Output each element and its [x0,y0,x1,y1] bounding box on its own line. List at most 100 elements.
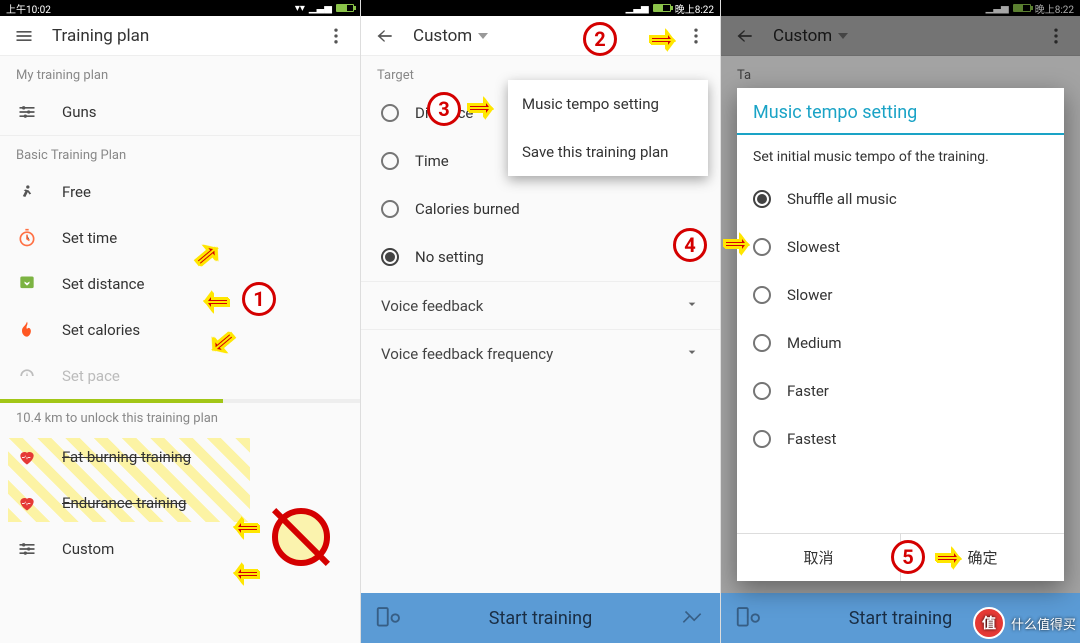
plan-item-set-calories[interactable]: Set calories [0,307,360,353]
plan-item-label: Endurance training [62,494,186,512]
phone-earbuds-icon [371,600,407,636]
radio-label: Calories burned [415,200,520,218]
status-bar: ▁▃▅ 晚上8:22 [361,0,720,16]
chevron-down-icon [684,344,700,364]
button-label: Start training [489,608,592,629]
plan-item-set-pace: Set pace [0,353,360,399]
sliders-icon [16,101,38,123]
radio-icon [381,248,399,266]
plan-item-set-time[interactable]: Set time [0,215,360,261]
annotation-marker-4: 4 [673,228,707,262]
plan-item-label: Set distance [62,275,145,293]
unlock-text: 10.4 km to unlock this training plan [0,403,360,434]
watermark: 值 什么值得买 [973,607,1076,639]
dialog-title: Music tempo setting [737,88,1064,135]
battery-icon [336,4,354,12]
status-bar: 上午10:02 ▾▾ ▁▃▅ [0,0,360,16]
tempo-option-shuffle[interactable]: Shuffle all music [737,175,1064,223]
sliders-icon [16,538,38,560]
watermark-badge: 值 [973,607,1005,639]
section-my-training: My training plan [0,56,360,89]
radio-label: Shuffle all music [787,190,897,208]
back-arrow-icon[interactable] [369,20,401,52]
menu-item-save-plan[interactable]: Save this training plan [508,128,708,176]
no-entry-icon [272,508,330,566]
music-tempo-dialog: Music tempo setting Set initial music te… [737,88,1064,581]
flame-icon [16,319,38,341]
distance-arrow-icon [16,273,38,295]
button-label: Start training [849,608,952,629]
plan-item-label: Fat burning training [62,448,191,466]
screenshot-pane-3: ▁▃▅ 晚上8:22 Custom Ta Start training [720,0,1080,643]
watermark-text: 什么值得买 [1011,614,1076,633]
unlock-progress [0,399,360,403]
speedometer-icon [16,365,38,387]
status-time: 晚上8:22 [675,1,714,16]
row-label: Voice feedback [381,297,483,315]
status-time: 上午10:02 [6,1,51,16]
annotation-arrow-icon [935,546,971,574]
radio-label: Time [415,152,449,170]
annotation-marker-3: 3 [427,92,461,126]
page-title-dropdown[interactable]: Custom [401,26,680,46]
satellite-icon [674,600,710,636]
plan-item-label: Guns [62,103,97,121]
radio-icon [381,200,399,218]
annotation-arrow-icon [224,558,260,586]
phone-earbuds-icon [731,600,767,636]
radio-icon [753,382,771,400]
menu-item-music-tempo[interactable]: Music tempo setting [508,80,708,128]
plan-item-fat-burning[interactable]: Fat burning training [0,434,360,480]
annotation-arrow-icon [649,28,685,56]
plan-item-set-distance[interactable]: Set distance [0,261,360,307]
voice-feedback-frequency-row[interactable]: Voice feedback frequency [361,329,720,377]
menu-hamburger-icon[interactable] [8,20,40,52]
radio-label: Medium [787,334,842,352]
app-bar: Training plan [0,16,360,56]
tempo-option-slower[interactable]: Slower [737,271,1064,319]
dropdown-caret-icon [478,33,488,39]
radio-label: No setting [415,248,484,266]
overflow-popup-menu: Music tempo setting Save this training p… [508,80,708,176]
signal-icon: ▁▃▅ [309,3,332,14]
annotation-marker-1: 1 [242,282,276,316]
plan-item-label: Custom [62,540,114,558]
tempo-option-slowest[interactable]: Slowest [737,223,1064,271]
dialog-cancel-button[interactable]: 取消 [737,534,900,581]
radio-label: Slower [787,286,832,304]
overflow-menu-icon[interactable] [320,20,352,52]
radio-icon [381,104,399,122]
signal-icon: ▁▃▅ [626,3,649,14]
annotation-marker-2: 2 [583,22,617,56]
heart-icon [16,446,38,468]
row-label: Voice feedback frequency [381,345,553,363]
tempo-option-fastest[interactable]: Fastest [737,415,1064,463]
voice-feedback-row[interactable]: Voice feedback [361,281,720,329]
target-option-calories[interactable]: Calories burned [361,185,720,233]
radio-icon [753,190,771,208]
annotation-arrow-icon [467,96,503,124]
annotation-marker-5: 5 [891,540,925,574]
plan-item-label: Set pace [62,367,120,385]
radio-label: Faster [787,382,829,400]
plan-item-free[interactable]: Free [0,169,360,215]
plan-item-label: Set time [62,229,117,247]
page-title: Training plan [40,26,320,46]
radio-icon [753,430,771,448]
dialog-subtitle: Set initial music tempo of the training. [737,135,1064,175]
battery-icon [653,4,671,12]
plan-item-guns[interactable]: Guns [0,89,360,135]
stopwatch-icon [16,227,38,249]
start-training-button[interactable]: Start training [361,593,720,643]
tempo-option-medium[interactable]: Medium [737,319,1064,367]
radio-icon [381,152,399,170]
screenshot-pane-2: ▁▃▅ 晚上8:22 Custom Target Distance Ti [360,0,720,643]
plan-item-label: Set calories [62,321,140,339]
page-title-text: Custom [413,26,472,46]
wifi-icon: ▾▾ [295,3,305,14]
heart-icon [16,492,38,514]
plan-item-label: Free [62,183,91,201]
target-option-nosetting[interactable]: No setting [361,233,720,281]
radio-label: Slowest [787,238,840,256]
tempo-option-faster[interactable]: Faster [737,367,1064,415]
